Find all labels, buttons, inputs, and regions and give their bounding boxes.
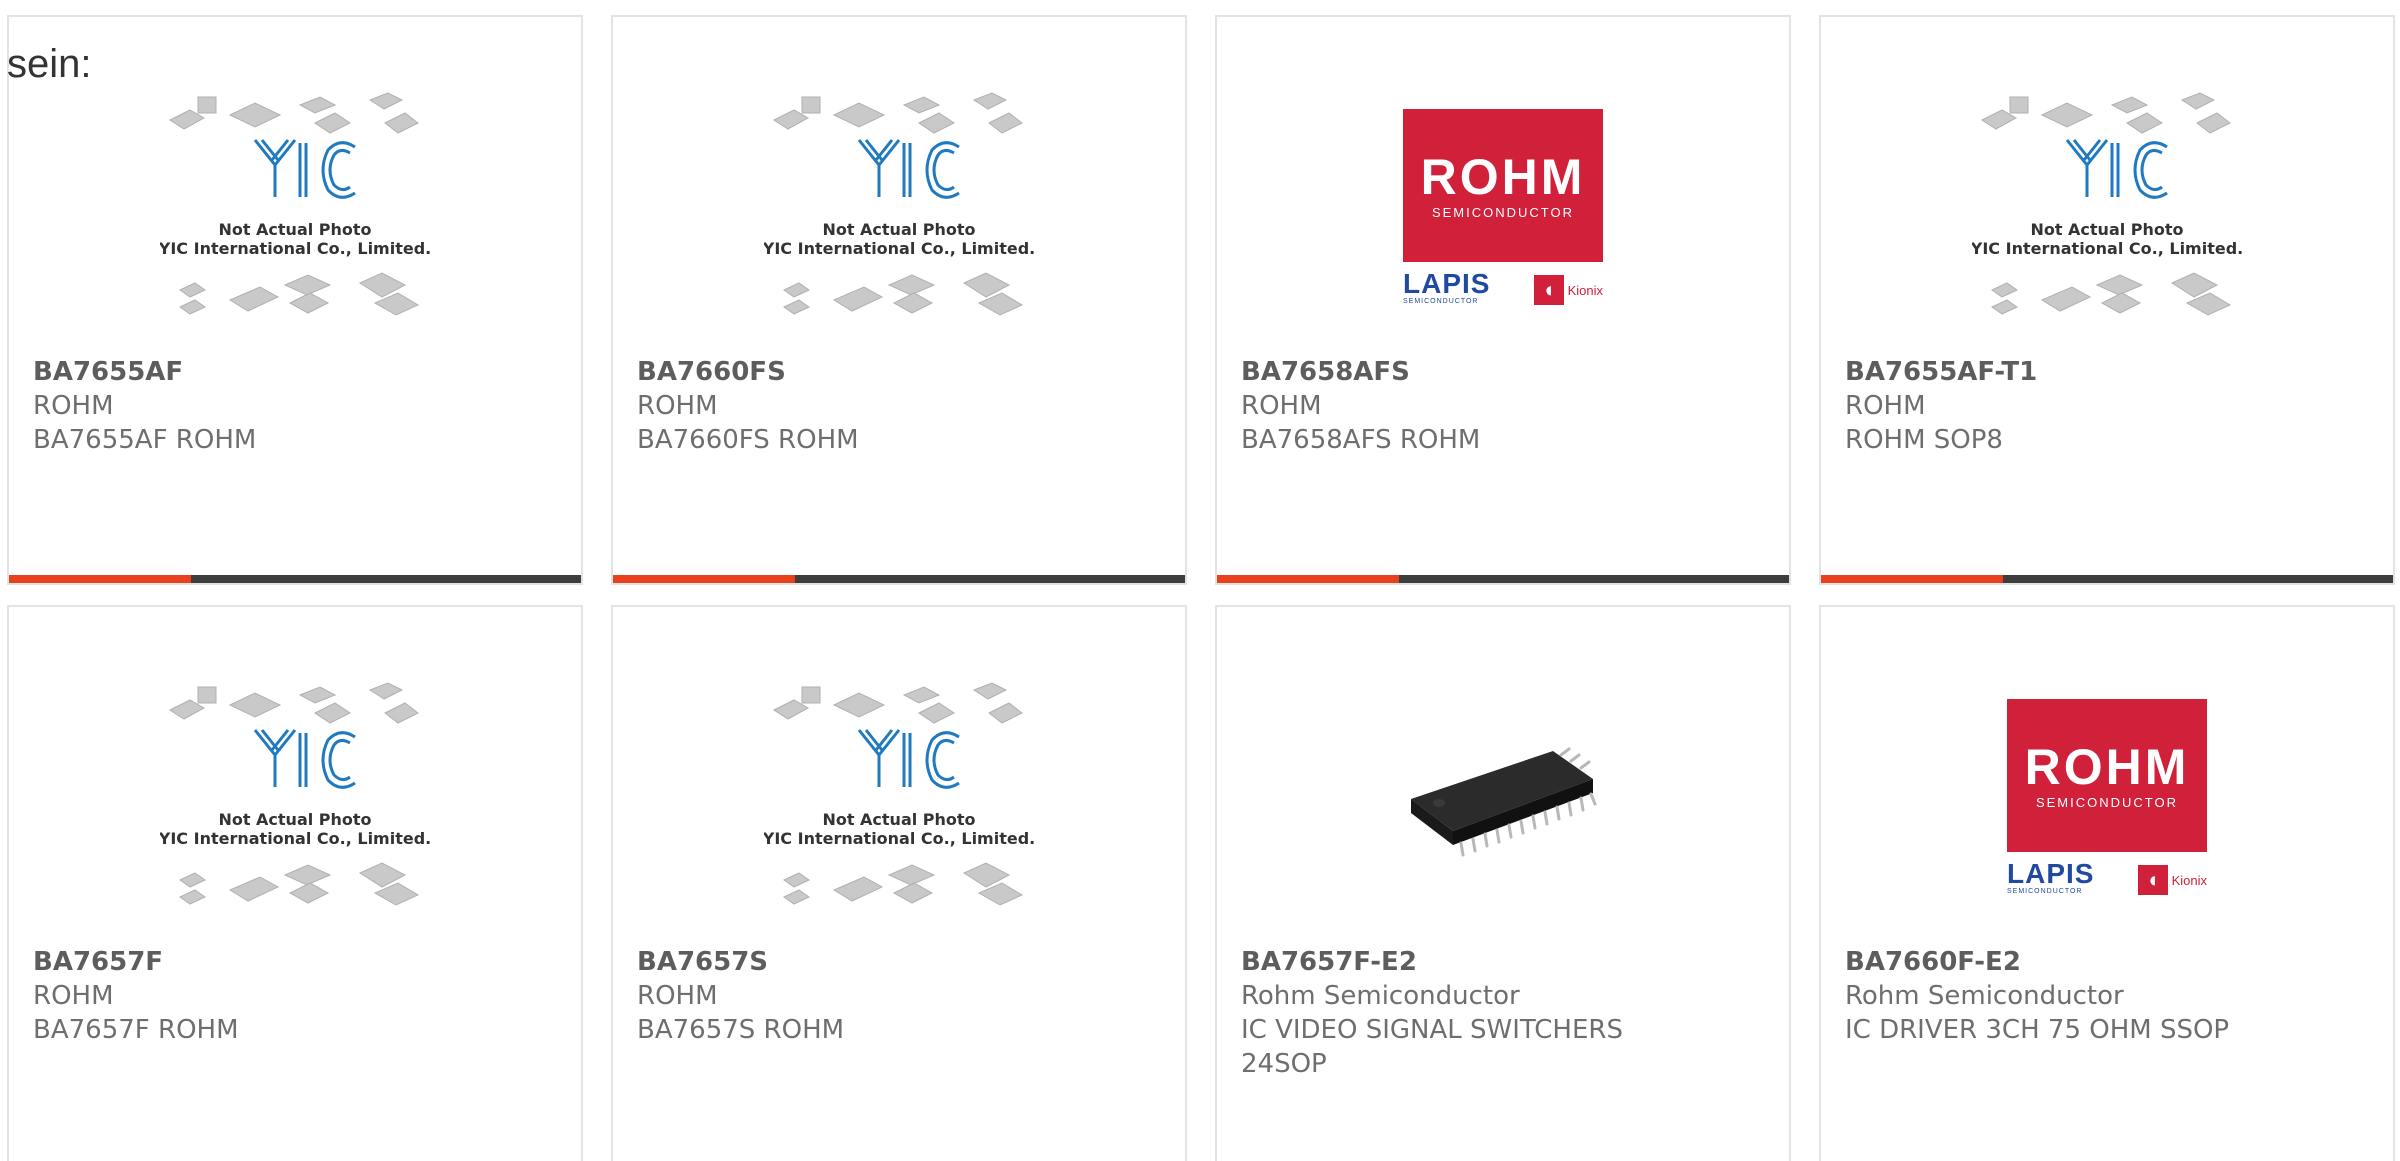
yic-placeholder-image: Not Actual Photo YIC International Co., … [1972,92,2242,316]
product-info: BA7660F-E2 Rohm Semiconductor IC DRIVER … [1845,945,2369,1047]
part-number[interactable]: BA7660FS [637,355,1161,389]
product-image-placeholder: Not Actual Photo YIC International Co., … [160,85,430,333]
svg-text:YIC International Co., Limited: YIC International Co., Limited. [1972,239,2242,258]
product-info: BA7658AFS ROHM BA7658AFS ROHM [1241,355,1765,457]
product-image-rohm-logo: ROHM SEMICONDUCTOR LAPIS SEMICONDUCTOR ◖… [1368,85,1638,333]
product-description: BA7657F ROHM [33,1015,239,1045]
manufacturer: ROHM [637,981,718,1011]
manufacturer: ROHM [1241,391,1322,421]
product-card[interactable]: Not Actual Photo YIC International Co., … [611,15,1187,585]
product-info: BA7657F-E2 Rohm Semiconductor IC VIDEO S… [1241,945,1765,1081]
rohm-sub-logos: LAPIS SEMICONDUCTOR ◖ Kionix [2007,860,2207,895]
ic-chip-photo [1393,699,1613,899]
card-bottom-bar [1821,575,2393,583]
product-description: BA7655AF ROHM [33,425,257,455]
svg-text:YIC International Co., Limited: YIC International Co., Limited. [764,829,1034,848]
product-card[interactable]: ROHM SEMICONDUCTOR LAPIS SEMICONDUCTOR ◖… [1215,15,1791,585]
kionix-logo: ◖ Kionix [1533,275,1603,305]
product-info: BA7657S ROHM BA7657S ROHM [637,945,1161,1047]
product-description: IC DRIVER 3CH 75 OHM SSOP [1845,1015,2230,1045]
product-description: BA7658AFS ROHM [1241,425,1481,455]
product-image-placeholder: Not Actual Photo YIC International Co., … [160,675,430,923]
part-number[interactable]: BA7655AF-T1 [1845,355,2369,389]
product-image-chip [1368,675,1638,923]
product-image-rohm-logo: ROHM SEMICONDUCTOR LAPIS SEMICONDUCTOR ◖… [1972,675,2242,923]
product-description: BA7660FS ROHM [637,425,859,455]
kionix-text: Kionix [1567,282,1603,298]
manufacturer: Rohm Semiconductor [1241,981,1520,1011]
product-card[interactable]: Not Actual Photo YIC International Co., … [611,605,1187,1161]
kionix-mark-icon: ◖ [2137,865,2168,895]
yic-placeholder-image: Not Actual Photo YIC International Co., … [764,92,1034,316]
product-info: BA7657F ROHM BA7657F ROHM [33,945,557,1047]
rohm-tagline-text: SEMICONDUCTOR [1431,205,1575,220]
product-image-placeholder: Not Actual Photo YIC International Co., … [764,675,1034,923]
rohm-brand-text: ROHM [2024,739,2190,795]
card-bottom-bar [9,575,581,583]
rohm-sub-logos: LAPIS SEMICONDUCTOR ◖ Kionix [1403,270,1603,305]
card-accent [613,575,795,583]
kionix-logo: ◖ Kionix [2137,865,2207,895]
rohm-logo: ROHM SEMICONDUCTOR LAPIS SEMICONDUCTOR ◖… [1403,109,1603,309]
product-info: BA7655AF ROHM BA7655AF ROHM [33,355,557,457]
product-card[interactable]: Not Actual Photo YIC International Co., … [1819,15,2395,585]
card-accent [1821,575,2003,583]
yic-placeholder-image: Not Actual Photo YIC International Co., … [764,682,1034,906]
product-card[interactable]: Not Actual Photo YIC International Co., … [7,605,583,1161]
manufacturer: ROHM [637,391,718,421]
part-number[interactable]: BA7657F [33,945,557,979]
rohm-brand-text: ROHM [1420,149,1586,205]
svg-text:Not Actual Photo: Not Actual Photo [822,810,975,829]
lapis-tagline: SEMICONDUCTOR [1403,298,1479,305]
svg-text:YIC International Co., Limited: YIC International Co., Limited. [160,239,430,258]
yic-placeholder-image: Not Actual Photo YIC International Co., … [160,682,430,906]
manufacturer: ROHM [33,981,114,1011]
svg-text:Not Actual Photo: Not Actual Photo [822,220,975,239]
manufacturer: Rohm Semiconductor [1845,981,2124,1011]
svg-text:Not Actual Photo: Not Actual Photo [2030,220,2183,239]
product-info: BA7660FS ROHM BA7660FS ROHM [637,355,1161,457]
card-accent [1217,575,1399,583]
product-description: IC VIDEO SIGNAL SWITCHERS 24SOP [1241,1015,1623,1079]
manufacturer: ROHM [33,391,114,421]
part-number[interactable]: BA7657S [637,945,1161,979]
rohm-tagline-text: SEMICONDUCTOR [2035,795,2179,810]
rohm-logo-mark: ROHM SEMICONDUCTOR [1403,109,1603,262]
product-description: ROHM SOP8 [1845,425,2003,455]
rohm-logo: ROHM SEMICONDUCTOR LAPIS SEMICONDUCTOR ◖… [2007,699,2207,899]
product-card[interactable]: Not Actual Photo YIC International Co., … [7,15,583,585]
leadin-text: sein: [7,42,92,86]
product-image-placeholder: Not Actual Photo YIC International Co., … [1972,85,2242,333]
lapis-logo: LAPIS SEMICONDUCTOR [1403,268,1491,306]
part-number[interactable]: BA7657F-E2 [1241,945,1765,979]
product-description: BA7657S ROHM [637,1015,845,1045]
part-number[interactable]: BA7660F-E2 [1845,945,2369,979]
rohm-logo-mark: ROHM SEMICONDUCTOR [2007,699,2207,852]
yic-placeholder-image: Not Actual Photo YIC International Co., … [160,92,430,316]
product-card[interactable]: ROHM SEMICONDUCTOR LAPIS SEMICONDUCTOR ◖… [1819,605,2395,1161]
product-grid-page: sein: Not Actual Photo YIC International… [0,0,2400,1161]
card-bottom-bar [1217,575,1789,583]
product-info: BA7655AF-T1 ROHM ROHM SOP8 [1845,355,2369,457]
product-image-placeholder: Not Actual Photo YIC International Co., … [764,85,1034,333]
lapis-tagline: SEMICONDUCTOR [2007,888,2083,895]
kionix-text: Kionix [2171,872,2207,888]
manufacturer: ROHM [1845,391,1926,421]
lapis-logo: LAPIS SEMICONDUCTOR [2007,858,2095,896]
kionix-mark-icon: ◖ [1533,275,1564,305]
card-accent [9,575,191,583]
part-number[interactable]: BA7655AF [33,355,557,389]
svg-text:YIC International Co., Limited: YIC International Co., Limited. [160,829,430,848]
svg-text:Not Actual Photo: Not Actual Photo [218,810,371,829]
svg-text:Not Actual Photo: Not Actual Photo [218,220,371,239]
part-number[interactable]: BA7658AFS [1241,355,1765,389]
product-card[interactable]: BA7657F-E2 Rohm Semiconductor IC VIDEO S… [1215,605,1791,1161]
lapis-text: LAPIS [2007,858,2095,889]
svg-text:YIC International Co., Limited: YIC International Co., Limited. [764,239,1034,258]
lapis-text: LAPIS [1403,268,1491,299]
card-bottom-bar [613,575,1185,583]
